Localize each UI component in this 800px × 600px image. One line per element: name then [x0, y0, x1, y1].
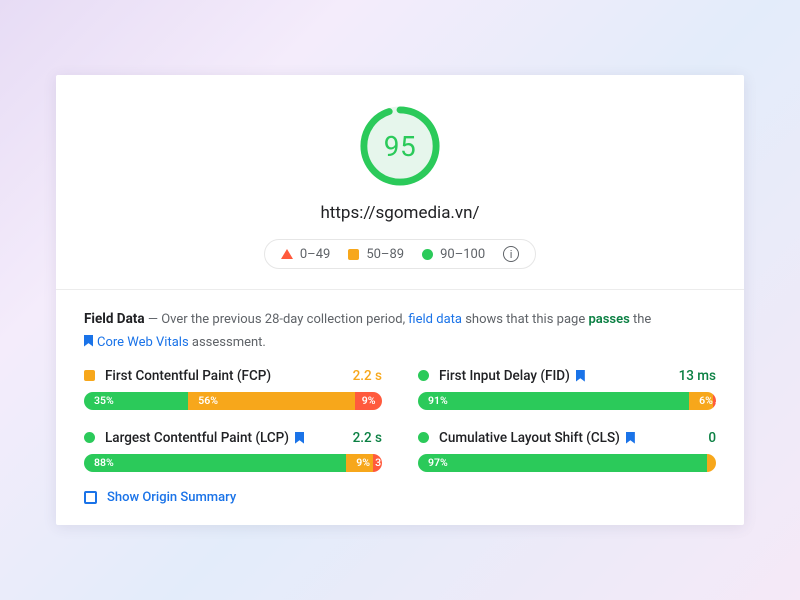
field-data-status: passes — [588, 312, 629, 327]
show-origin-label: Show Origin Summary — [107, 490, 236, 505]
legend-poor: 0–49 — [281, 247, 330, 262]
dist-segment-r: 3% — [713, 392, 716, 410]
square-icon — [348, 249, 359, 260]
legend-poor-label: 0–49 — [300, 247, 330, 262]
metric-value: 2.2 s — [353, 368, 382, 384]
field-data-header: Field Data — Over the previous 28-day co… — [84, 308, 716, 353]
score-value: 95 — [357, 103, 443, 189]
field-data-title: Field Data — [84, 311, 145, 327]
metric-header: First Input Delay (FID) 13 ms — [418, 368, 716, 384]
metric-header: Largest Contentful Paint (LCP) 2.2 s — [84, 430, 382, 446]
circle-icon — [418, 370, 429, 381]
fd-intro-mid: shows that this page — [462, 312, 588, 327]
metric-lcp[interactable]: Largest Contentful Paint (LCP) 2.2 s 88%9%… — [84, 430, 382, 472]
distribution-bar: 88%9%3% — [84, 454, 382, 472]
tested-url: https://sgomedia.vn/ — [320, 203, 479, 223]
metric-header: Cumulative Layout Shift (CLS) 0 — [418, 430, 716, 446]
fd-intro-suffix: the — [630, 312, 652, 327]
dist-segment-o: 6% — [689, 392, 713, 410]
dist-segment-g: 35% — [84, 392, 188, 410]
metric-name: First Contentful Paint (FCP) — [105, 368, 271, 384]
legend-good-label: 90–100 — [440, 247, 485, 262]
info-icon[interactable]: i — [503, 246, 519, 262]
legend-mid-label: 50–89 — [366, 247, 404, 262]
dist-segment-o: 56% — [188, 392, 355, 410]
metric-value: 13 ms — [679, 368, 716, 384]
bookmark-icon — [576, 370, 585, 382]
metrics-grid: First Contentful Paint (FCP)2.2 s35%56%9… — [84, 368, 716, 472]
metric-fcp[interactable]: First Contentful Paint (FCP) 2.2 s 35%56%9… — [84, 368, 382, 410]
bookmark-icon — [295, 432, 304, 444]
pagespeed-card: 95 https://sgomedia.vn/ 0–49 50–89 90–10… — [56, 75, 744, 524]
metric-name: Largest Contentful Paint (LCP) — [105, 430, 289, 446]
metric-name: Cumulative Layout Shift (CLS) — [439, 430, 620, 446]
dist-segment-o: 1% — [707, 454, 716, 472]
metric-cls[interactable]: Cumulative Layout Shift (CLS) 0 97%1%2% — [418, 430, 716, 472]
triangle-icon — [281, 249, 293, 259]
circle-icon — [84, 432, 95, 443]
legend-mid: 50–89 — [348, 247, 404, 262]
metric-value: 0 — [708, 430, 716, 446]
metric-value: 2.2 s — [353, 430, 382, 446]
dist-segment-g: 88% — [84, 454, 346, 472]
score-legend: 0–49 50–89 90–100 i — [264, 239, 536, 269]
legend-good: 90–100 — [422, 247, 485, 262]
dist-segment-r: 3% — [373, 454, 382, 472]
distribution-bar: 35%56%9% — [84, 392, 382, 410]
fd-intro-prefix: — Over the previous 28-day collection pe… — [145, 312, 409, 327]
field-data-link[interactable]: field data — [408, 312, 462, 327]
circle-icon — [418, 432, 429, 443]
dist-segment-o: 9% — [346, 454, 373, 472]
distribution-bar: 97%1%2% — [418, 454, 716, 472]
bookmark-icon — [626, 432, 635, 444]
bookmark-icon — [84, 335, 93, 347]
core-web-vitals-link[interactable]: Core Web Vitals — [97, 335, 189, 350]
cwv-suffix: assessment. — [189, 335, 266, 350]
distribution-bar: 91%6%3% — [418, 392, 716, 410]
divider — [56, 289, 744, 290]
dist-segment-g: 97% — [418, 454, 707, 472]
header-section: 95 https://sgomedia.vn/ 0–49 50–89 90–10… — [84, 103, 716, 269]
score-gauge: 95 — [357, 103, 443, 189]
show-origin-summary[interactable]: Show Origin Summary — [84, 490, 716, 505]
square-icon — [84, 370, 95, 381]
metric-name: First Input Delay (FID) — [439, 368, 570, 384]
metric-fid[interactable]: First Input Delay (FID) 13 ms 91%6%3% — [418, 368, 716, 410]
dist-segment-r: 9% — [355, 392, 382, 410]
checkbox-icon[interactable] — [84, 491, 97, 504]
metric-header: First Contentful Paint (FCP) 2.2 s — [84, 368, 382, 384]
circle-icon — [422, 249, 433, 260]
dist-segment-g: 91% — [418, 392, 689, 410]
